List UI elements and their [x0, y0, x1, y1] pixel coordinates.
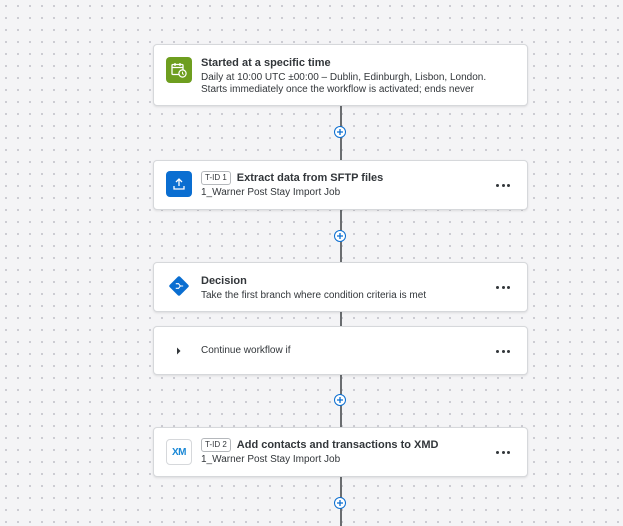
add-step-button[interactable]	[334, 497, 346, 509]
task-card-add-contacts-xmd[interactable]: XM T-ID 2 Add contacts and transactions …	[153, 427, 528, 477]
dot	[501, 285, 505, 289]
task-title: Add contacts and transactions to XMD	[236, 439, 439, 451]
task-id-badge: T-ID 2	[201, 438, 231, 452]
dot	[496, 349, 499, 353]
plus-icon	[337, 500, 343, 506]
trigger-title-row: Started at a specific time	[201, 57, 331, 69]
dot	[496, 183, 499, 187]
branch-label: Continue workflow if	[201, 345, 291, 356]
xm-logo-text: XM	[172, 446, 187, 458]
decision-subtitle: Take the first branch where condition cr…	[201, 290, 427, 301]
dot	[501, 183, 505, 187]
more-options-button[interactable]	[496, 347, 510, 355]
dot	[496, 450, 499, 454]
task-card-extract-sftp[interactable]: T-ID 1 Extract data from SFTP files 1_Wa…	[153, 160, 528, 210]
trigger-card[interactable]: Started at a specific time Daily at 10:0…	[153, 44, 528, 106]
decision-title-row: Decision	[201, 275, 247, 287]
dot	[496, 285, 499, 289]
calendar-clock-icon	[166, 57, 192, 83]
upload-icon	[166, 171, 192, 197]
add-step-button[interactable]	[334, 230, 346, 242]
dot	[507, 349, 510, 353]
dot	[501, 450, 505, 454]
workflow-canvas: Started at a specific time Daily at 10:0…	[0, 0, 623, 526]
task-subtitle: 1_Warner Post Stay Import Job	[201, 454, 341, 465]
plus-icon	[337, 233, 343, 239]
chevron-right-icon[interactable]	[176, 347, 182, 355]
branch-card[interactable]: Continue workflow if	[153, 326, 528, 375]
task-title-row: T-ID 1 Extract data from SFTP files	[201, 171, 383, 185]
trigger-schedule: Daily at 10:00 UTC ±00:00 – Dublin, Edin…	[201, 72, 487, 83]
task-title: Extract data from SFTP files	[236, 172, 384, 184]
connector-line	[340, 312, 342, 326]
add-step-button[interactable]	[334, 394, 346, 406]
task-title-row: T-ID 2 Add contacts and transactions to …	[201, 438, 438, 452]
task-id-badge: T-ID 1	[201, 171, 231, 185]
add-step-button[interactable]	[334, 126, 346, 138]
plus-icon	[337, 397, 343, 403]
decision-icon	[167, 274, 191, 298]
dot	[507, 183, 510, 187]
dot	[507, 285, 510, 289]
more-options-button[interactable]	[496, 181, 510, 189]
decision-card[interactable]: Decision Take the first branch where con…	[153, 262, 528, 312]
trigger-duration: Starts immediately once the workflow is …	[201, 84, 474, 95]
plus-icon	[337, 129, 343, 135]
more-options-button[interactable]	[496, 283, 510, 291]
dot	[501, 349, 505, 353]
dot	[507, 450, 510, 454]
task-subtitle: 1_Warner Post Stay Import Job	[201, 187, 341, 198]
trigger-title: Started at a specific time	[201, 57, 331, 69]
more-options-button[interactable]	[496, 448, 510, 456]
xm-logo-icon: XM	[166, 439, 192, 465]
decision-title: Decision	[201, 275, 247, 287]
